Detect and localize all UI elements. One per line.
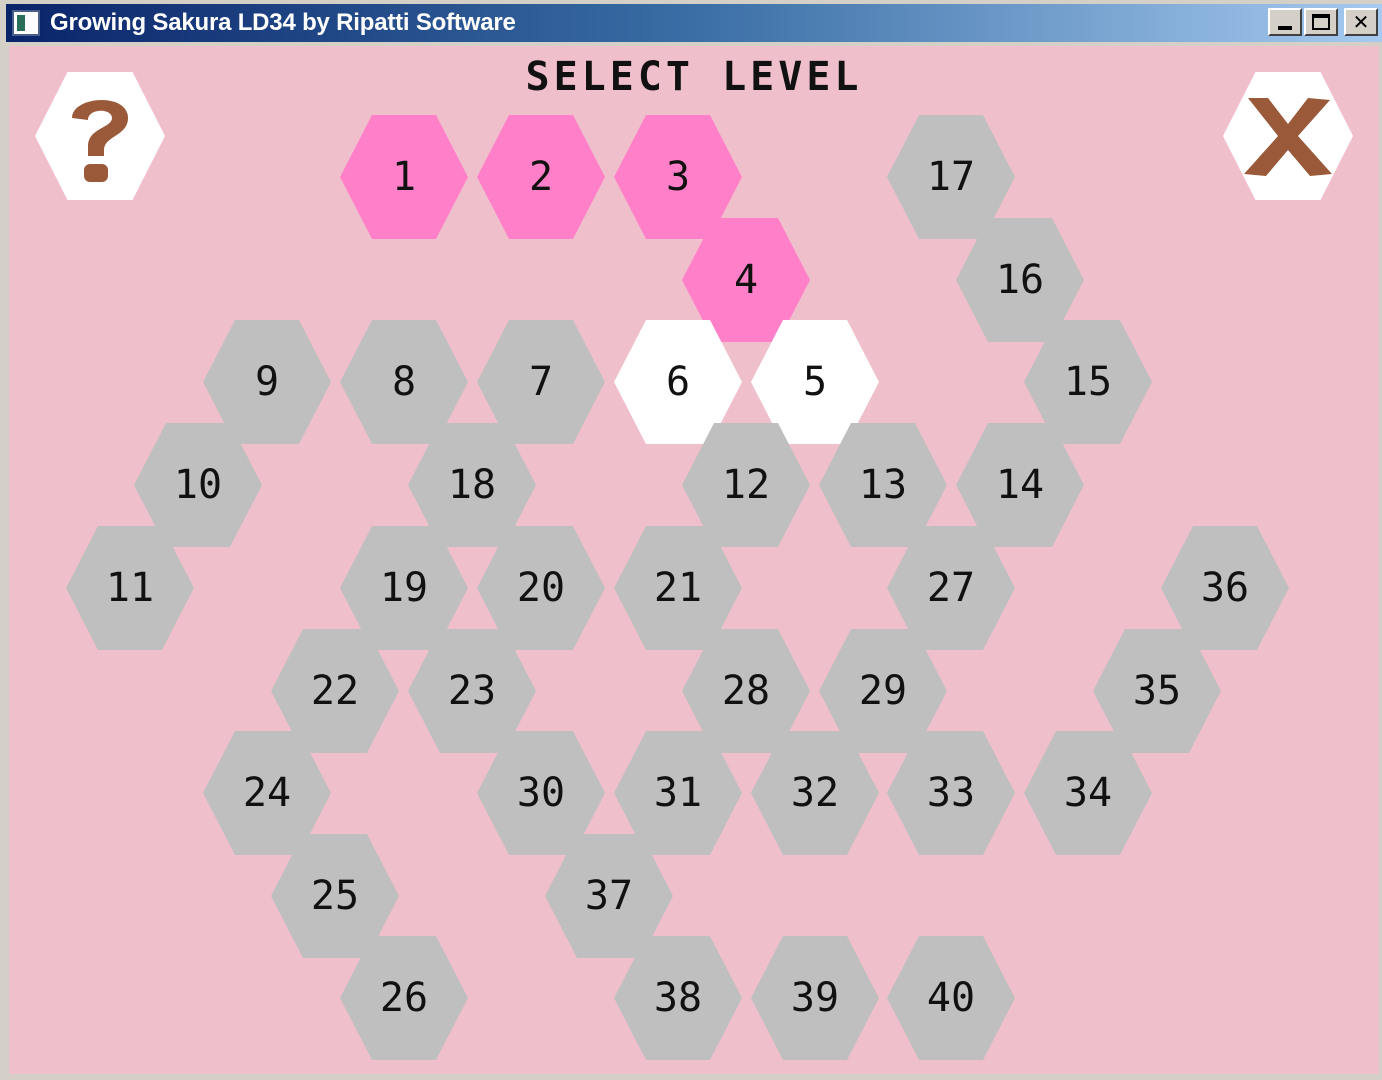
level-number: 27	[926, 565, 976, 611]
level-select-screen: SELECT LEVEL 1 2 3 4 5 6 7 8 9 10 11 12 13 14 15 16 17 18…	[9, 46, 1379, 1074]
level-number: 3	[665, 154, 691, 200]
level-number: 23	[447, 668, 497, 714]
minimize-icon	[1278, 26, 1292, 30]
title-bar[interactable]: Growing Sakura LD34 by Ripatti Software …	[6, 4, 1382, 42]
question-mark-icon	[72, 99, 128, 182]
level-number: 34	[1063, 770, 1113, 816]
level-number: 30	[516, 770, 566, 816]
level-number: 13	[858, 462, 908, 508]
level-number: 5	[802, 359, 828, 405]
level-number: 36	[1200, 565, 1250, 611]
level-number: 40	[926, 975, 976, 1021]
window-controls: ✕	[1268, 8, 1378, 36]
level-number: 24	[242, 770, 292, 816]
level-number: 1	[391, 154, 417, 200]
level-40-button[interactable]: 40	[887, 936, 1015, 1060]
level-number: 37	[584, 873, 634, 919]
level-number: 20	[516, 565, 566, 611]
level-number: 17	[926, 154, 976, 200]
close-icon: ✕	[1352, 10, 1370, 34]
level-number: 2	[528, 154, 554, 200]
level-number: 10	[173, 462, 223, 508]
level-number: 16	[995, 257, 1045, 303]
level-39-button[interactable]: 39	[751, 936, 879, 1060]
level-number: 11	[105, 565, 155, 611]
x-icon	[1244, 98, 1332, 176]
minimize-button[interactable]	[1268, 8, 1302, 36]
level-2-button[interactable]: 2	[477, 115, 605, 239]
level-number: 29	[858, 668, 908, 714]
level-number: 19	[379, 565, 429, 611]
level-number: 26	[379, 975, 429, 1021]
level-number: 8	[391, 359, 417, 405]
level-number: 6	[665, 359, 691, 405]
page-title: SELECT LEVEL	[525, 54, 863, 100]
app-icon	[12, 10, 40, 36]
level-number: 14	[995, 462, 1045, 508]
level-number: 9	[254, 359, 280, 405]
maximize-icon	[1312, 14, 1330, 30]
level-number: 32	[790, 770, 840, 816]
level-1-button[interactable]: 1	[340, 115, 468, 239]
level-number: 15	[1063, 359, 1113, 405]
level-number: 39	[790, 975, 840, 1021]
close-window-button[interactable]: ✕	[1344, 8, 1378, 36]
level-number: 35	[1132, 668, 1182, 714]
game-window: Growing Sakura LD34 by Ripatti Software …	[0, 0, 1382, 1080]
level-number: 4	[733, 257, 759, 303]
level-number: 21	[653, 565, 703, 611]
level-number: 33	[926, 770, 976, 816]
level-number: 25	[310, 873, 360, 919]
level-number: 22	[310, 668, 360, 714]
level-number: 18	[447, 462, 497, 508]
maximize-button[interactable]	[1304, 8, 1338, 36]
level-number: 12	[721, 462, 771, 508]
level-number: 31	[653, 770, 703, 816]
window-title: Growing Sakura LD34 by Ripatti Software	[50, 9, 516, 36]
level-number: 7	[528, 359, 554, 405]
level-number: 28	[721, 668, 771, 714]
level-number: 38	[653, 975, 703, 1021]
